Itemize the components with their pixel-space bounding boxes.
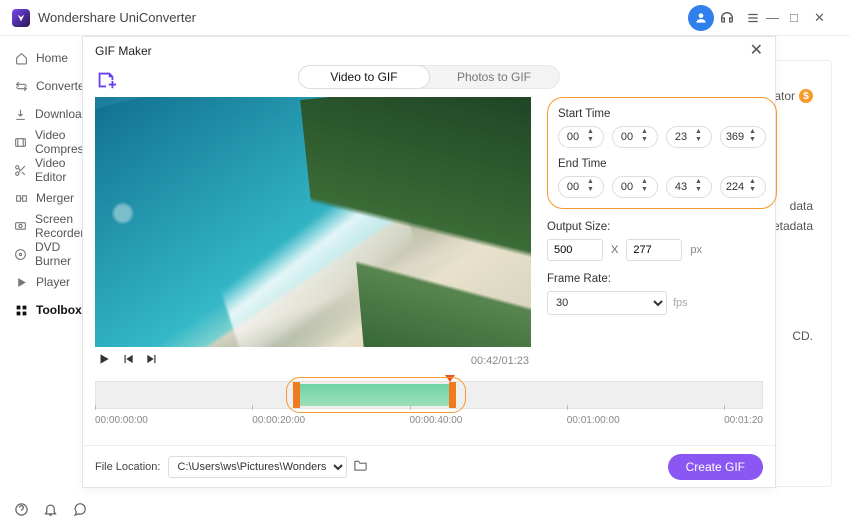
add-media-button[interactable] [95, 69, 117, 91]
end-ss-stepper[interactable]: ▲▼ [666, 176, 712, 198]
maximize-button[interactable]: □ [790, 10, 814, 25]
help-icon[interactable] [14, 502, 29, 522]
sidebar-item-converter[interactable]: Converter [0, 72, 90, 100]
end-hh-input[interactable] [559, 181, 587, 193]
sidebar-item-toolbox[interactable]: Toolbox [0, 296, 90, 324]
title-bar: Wondershare UniConverter — □ ✕ [0, 0, 850, 36]
tick-label: 00:01:20 [724, 415, 763, 426]
bg-text-data: data [790, 199, 813, 213]
tick-label: 00:00:40:00 [410, 415, 463, 426]
file-location-select[interactable]: C:\Users\ws\Pictures\Wonders [168, 456, 347, 478]
end-mm-input[interactable] [613, 181, 641, 193]
end-mm-stepper[interactable]: ▲▼ [612, 176, 658, 198]
timeline-track[interactable] [95, 381, 763, 409]
minimize-button[interactable]: — [766, 10, 790, 25]
tick-label: 00:00:20:00 [252, 415, 305, 426]
account-icon[interactable] [688, 5, 714, 31]
create-gif-button[interactable]: Create GIF [668, 454, 763, 480]
play-icon [14, 276, 28, 289]
sidebar-item-video-editor[interactable]: Video Editor [0, 156, 90, 184]
output-width-input[interactable] [547, 239, 603, 261]
tick-label: 00:00:00:00 [95, 415, 148, 426]
selection-highlight [286, 377, 466, 413]
start-ss-stepper[interactable]: ▲▼ [666, 126, 712, 148]
home-icon [14, 52, 28, 65]
download-icon [14, 108, 27, 121]
open-folder-button[interactable] [353, 457, 368, 477]
app-logo-icon [12, 9, 30, 27]
compress-icon [14, 136, 27, 149]
playback-time: 00:42/01:23 [471, 355, 529, 367]
play-button[interactable] [97, 352, 111, 371]
end-ms-stepper[interactable]: ▲▼ [720, 176, 766, 198]
record-icon [14, 220, 27, 233]
sidebar-item-label: Home [36, 51, 68, 65]
tick-label: 00:01:00:00 [567, 415, 620, 426]
sidebar-item-merger[interactable]: Merger [0, 184, 90, 212]
bell-icon[interactable] [43, 502, 58, 522]
sidebar-item-screen-recorder[interactable]: Screen Recorder [0, 212, 90, 240]
sidebar-item-home[interactable]: Home [0, 44, 90, 72]
bg-text-cd: CD. [792, 329, 813, 343]
frame-rate-label: Frame Rate: [547, 273, 777, 285]
size-separator: X [611, 244, 618, 256]
size-unit: px [690, 244, 702, 256]
frame-rate-unit: fps [673, 297, 688, 309]
mode-tabs: Video to GIF Photos to GIF [298, 65, 560, 89]
scissors-icon [14, 164, 27, 177]
toolbox-icon [14, 304, 28, 317]
start-ss-input[interactable] [667, 131, 695, 143]
start-hh-input[interactable] [559, 131, 587, 143]
sidebar-item-downloader[interactable]: Downloader [0, 100, 90, 128]
file-location-label: File Location: [95, 461, 160, 473]
gif-maker-modal: GIF Maker ✕ Video to GIF Photos to GIF 0… [82, 36, 776, 488]
end-ms-input[interactable] [721, 181, 749, 193]
tab-video-to-gif[interactable]: Video to GIF [299, 66, 429, 88]
prev-frame-button[interactable] [121, 352, 135, 371]
support-icon[interactable] [714, 5, 740, 31]
feedback-icon[interactable] [72, 502, 87, 522]
frame-rate-select[interactable]: 30 [547, 291, 667, 315]
modal-footer: File Location: C:\Users\ws\Pictures\Wond… [83, 445, 775, 487]
sidebar-item-dvd-burner[interactable]: DVD Burner [0, 240, 90, 268]
start-ms-stepper[interactable]: ▲▼ [720, 126, 766, 148]
video-preview[interactable] [95, 97, 531, 347]
modal-title: GIF Maker [95, 44, 152, 58]
status-bar [0, 497, 850, 527]
start-time-label: Start Time [558, 108, 766, 120]
close-icon[interactable]: ✕ [750, 43, 763, 59]
tab-photos-to-gif[interactable]: Photos to GIF [429, 66, 559, 88]
timeline: 00:00:00:00 00:00:20:00 00:00:40:00 00:0… [95, 381, 763, 426]
sidebar: Home Converter Downloader Video Compress… [0, 36, 90, 497]
end-ss-input[interactable] [667, 181, 695, 193]
merger-icon [14, 192, 28, 205]
sidebar-item-label: Converter [36, 79, 89, 93]
bg-text-ator: ator$ [774, 89, 813, 103]
end-time-label: End Time [558, 158, 766, 170]
timeline-ticks: 00:00:00:00 00:00:20:00 00:00:40:00 00:0… [95, 415, 763, 426]
sidebar-item-label: Toolbox [36, 303, 82, 317]
menu-icon[interactable] [740, 5, 766, 31]
disc-icon [14, 248, 27, 261]
start-hh-stepper[interactable]: ▲▼ [558, 126, 604, 148]
end-hh-stepper[interactable]: ▲▼ [558, 176, 604, 198]
start-mm-stepper[interactable]: ▲▼ [612, 126, 658, 148]
app-title: Wondershare UniConverter [38, 10, 196, 25]
sidebar-item-video-compressor[interactable]: Video Compressor [0, 128, 90, 156]
sidebar-item-player[interactable]: Player [0, 268, 90, 296]
output-size-label: Output Size: [547, 221, 777, 233]
start-mm-input[interactable] [613, 131, 641, 143]
settings-panel: Start Time ▲▼ ▲▼ ▲▼ ▲▼ End Time ▲▼ ▲▼ ▲▼… [547, 97, 777, 375]
output-height-input[interactable] [626, 239, 682, 261]
converter-icon [14, 80, 28, 93]
sidebar-item-label: Player [36, 275, 70, 289]
start-ms-input[interactable] [721, 131, 749, 143]
time-range-box: Start Time ▲▼ ▲▼ ▲▼ ▲▼ End Time ▲▼ ▲▼ ▲▼… [547, 97, 777, 209]
next-frame-button[interactable] [145, 352, 159, 371]
video-area: 00:42/01:23 [95, 97, 531, 375]
sidebar-item-label: Merger [36, 191, 74, 205]
close-window-button[interactable]: ✕ [814, 10, 838, 26]
